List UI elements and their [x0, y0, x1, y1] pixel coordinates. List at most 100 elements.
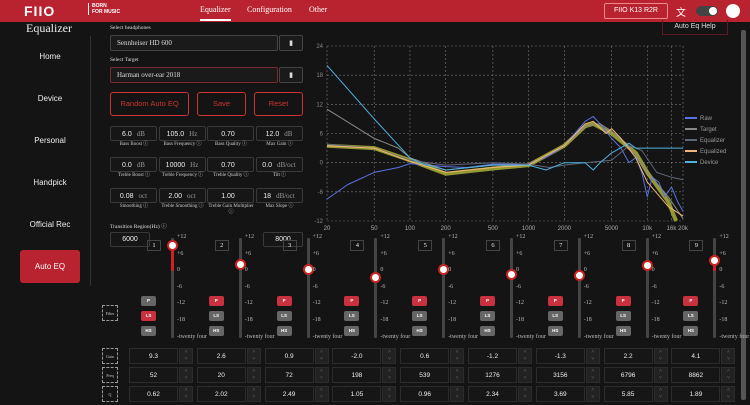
gain-slider[interactable] [645, 238, 649, 338]
band-freq-input[interactable]: 1276 [468, 367, 517, 383]
gain-slider[interactable] [306, 238, 310, 338]
filter-hs-button[interactable]: HS [344, 326, 360, 336]
stepper[interactable]: ˄ ˅ [246, 386, 261, 402]
reset-button[interactable]: Reset [254, 92, 303, 116]
stepper[interactable]: ˄ ˅ [314, 386, 329, 402]
stepper[interactable]: ˄ ˅ [653, 367, 668, 383]
filter-p-button[interactable]: P [344, 296, 360, 306]
theme-toggle[interactable] [696, 6, 718, 16]
gain-slider[interactable] [374, 238, 378, 338]
filter-ls-button[interactable]: LS [276, 311, 292, 321]
stepper[interactable]: ˄ ˅ [382, 386, 397, 402]
band-q-input[interactable]: 2.34 [468, 386, 517, 402]
stepper[interactable]: ˄ ˅ [179, 386, 193, 402]
band-freq-input[interactable]: 52 [129, 367, 178, 383]
gain-slider[interactable] [171, 238, 174, 338]
stepper[interactable]: ˄ ˅ [721, 348, 736, 364]
band-q-input[interactable]: 2.02 [196, 386, 246, 402]
param-input[interactable]: 18 dB/oct [255, 188, 303, 203]
filter-ls-button[interactable]: LS [615, 311, 631, 321]
param-input[interactable]: 6.0 dB [110, 126, 157, 141]
stepper[interactable]: ˄ ˅ [450, 348, 465, 364]
stepper[interactable]: ˄ ˅ [450, 367, 465, 383]
band-q-input[interactable]: 0.96 [400, 386, 450, 402]
stepper[interactable]: ˄ ˅ [246, 348, 261, 364]
stepper[interactable]: ˄ ˅ [314, 348, 329, 364]
param-input[interactable]: 0.70 [207, 157, 254, 172]
file-icon[interactable]: ▮ [279, 67, 303, 83]
stepper[interactable]: ˄ ˅ [585, 367, 600, 383]
stepper[interactable]: ˄ ˅ [518, 367, 532, 383]
band-freq-input[interactable]: 6796 [603, 367, 653, 383]
headphones-select[interactable]: Sennheiser HD 600 [110, 35, 278, 51]
band-gain-input[interactable]: 2.6 [196, 348, 246, 364]
filter-ls-button[interactable]: LS [344, 311, 360, 321]
band-freq-input[interactable]: 198 [332, 367, 382, 383]
tab-equalizer[interactable]: Equalizer [200, 5, 231, 21]
gain-slider[interactable] [442, 238, 446, 338]
stepper[interactable]: ˄ ˅ [585, 386, 600, 402]
gain-slider[interactable] [238, 238, 242, 338]
tab-other[interactable]: Other [309, 5, 327, 14]
sidebar-item-device[interactable]: Device [20, 94, 80, 103]
band-q-input[interactable]: 0.62 [129, 386, 178, 402]
param-input[interactable]: 0.08 oct [110, 188, 157, 203]
band-q-input[interactable]: 1.89 [671, 386, 721, 402]
gain-slider[interactable] [713, 238, 717, 338]
filter-p-button[interactable]: P [141, 296, 156, 306]
stepper[interactable]: ˄ ˅ [450, 386, 465, 402]
save-button[interactable]: Save [197, 92, 246, 116]
tab-configuration[interactable]: Configuration [247, 5, 292, 14]
translate-icon[interactable]: 文 [676, 4, 686, 19]
band-q-input[interactable]: 1.05 [332, 386, 382, 402]
filter-p-button[interactable]: P [208, 296, 224, 306]
stepper[interactable]: ˄ ˅ [585, 348, 600, 364]
param-input[interactable]: 12.0 dB [255, 126, 303, 141]
band-freq-input[interactable]: 3156 [535, 367, 585, 383]
band-gain-input[interactable]: -1.2 [468, 348, 517, 364]
band-gain-input[interactable]: -1.3 [535, 348, 585, 364]
scrollbar[interactable] [741, 30, 746, 400]
stepper[interactable]: ˄ ˅ [518, 348, 532, 364]
sidebar-item-personal[interactable]: Personal [20, 136, 80, 145]
stepper[interactable]: ˄ ˅ [382, 367, 397, 383]
filter-hs-button[interactable]: HS [141, 326, 156, 336]
param-input[interactable]: 10000 Hz [158, 157, 206, 172]
filter-hs-button[interactable]: HS [547, 326, 563, 336]
param-input[interactable]: 0.70 [207, 126, 254, 141]
band-freq-input[interactable]: 20 [196, 367, 246, 383]
filter-hs-button[interactable]: HS [276, 326, 292, 336]
sidebar-item-auto-eq[interactable]: Auto EQ [20, 250, 80, 283]
filter-ls-button[interactable]: LS [480, 311, 495, 321]
band-q-input[interactable]: 5.85 [603, 386, 653, 402]
band-q-input[interactable]: 2.49 [264, 386, 314, 402]
stepper[interactable]: ˄ ˅ [653, 386, 668, 402]
param-input[interactable]: 2.00 oct [158, 188, 206, 203]
filter-p-button[interactable]: P [683, 296, 699, 306]
band-q-input[interactable]: 3.69 [535, 386, 585, 402]
filter-hs-button[interactable]: HS [480, 326, 495, 336]
stepper[interactable]: ˄ ˅ [382, 348, 397, 364]
filter-hs-button[interactable]: HS [615, 326, 631, 336]
sidebar-item-official-rec[interactable]: Official Rec [20, 220, 80, 229]
stepper[interactable]: ˄ ˅ [179, 348, 193, 364]
stepper[interactable]: ˄ ˅ [518, 386, 532, 402]
sidebar-item-handpick[interactable]: Handpick [20, 178, 80, 187]
param-input[interactable]: 0.0 dB/oct [255, 157, 303, 172]
band-gain-input[interactable]: 2.2 [603, 348, 653, 364]
band-freq-input[interactable]: 539 [400, 367, 450, 383]
band-gain-input[interactable]: 9.3 [129, 348, 178, 364]
band-gain-input[interactable]: 4.1 [671, 348, 721, 364]
stepper[interactable]: ˄ ˅ [721, 367, 736, 383]
stepper[interactable]: ˄ ˅ [721, 386, 736, 402]
filter-hs-button[interactable]: HS [683, 326, 699, 336]
band-freq-input[interactable]: 72 [264, 367, 314, 383]
filter-p-button[interactable]: P [547, 296, 563, 306]
filter-hs-button[interactable]: HS [208, 326, 224, 336]
transition-low-input[interactable]: 6000 [110, 232, 150, 247]
stepper[interactable]: ˄ ˅ [246, 367, 261, 383]
param-input[interactable]: 105.0 Hz [158, 126, 206, 141]
random-auto-eq-button[interactable]: Random Auto EQ [110, 92, 189, 116]
band-gain-input[interactable]: 0.6 [400, 348, 450, 364]
filter-ls-button[interactable]: LS [412, 311, 428, 321]
